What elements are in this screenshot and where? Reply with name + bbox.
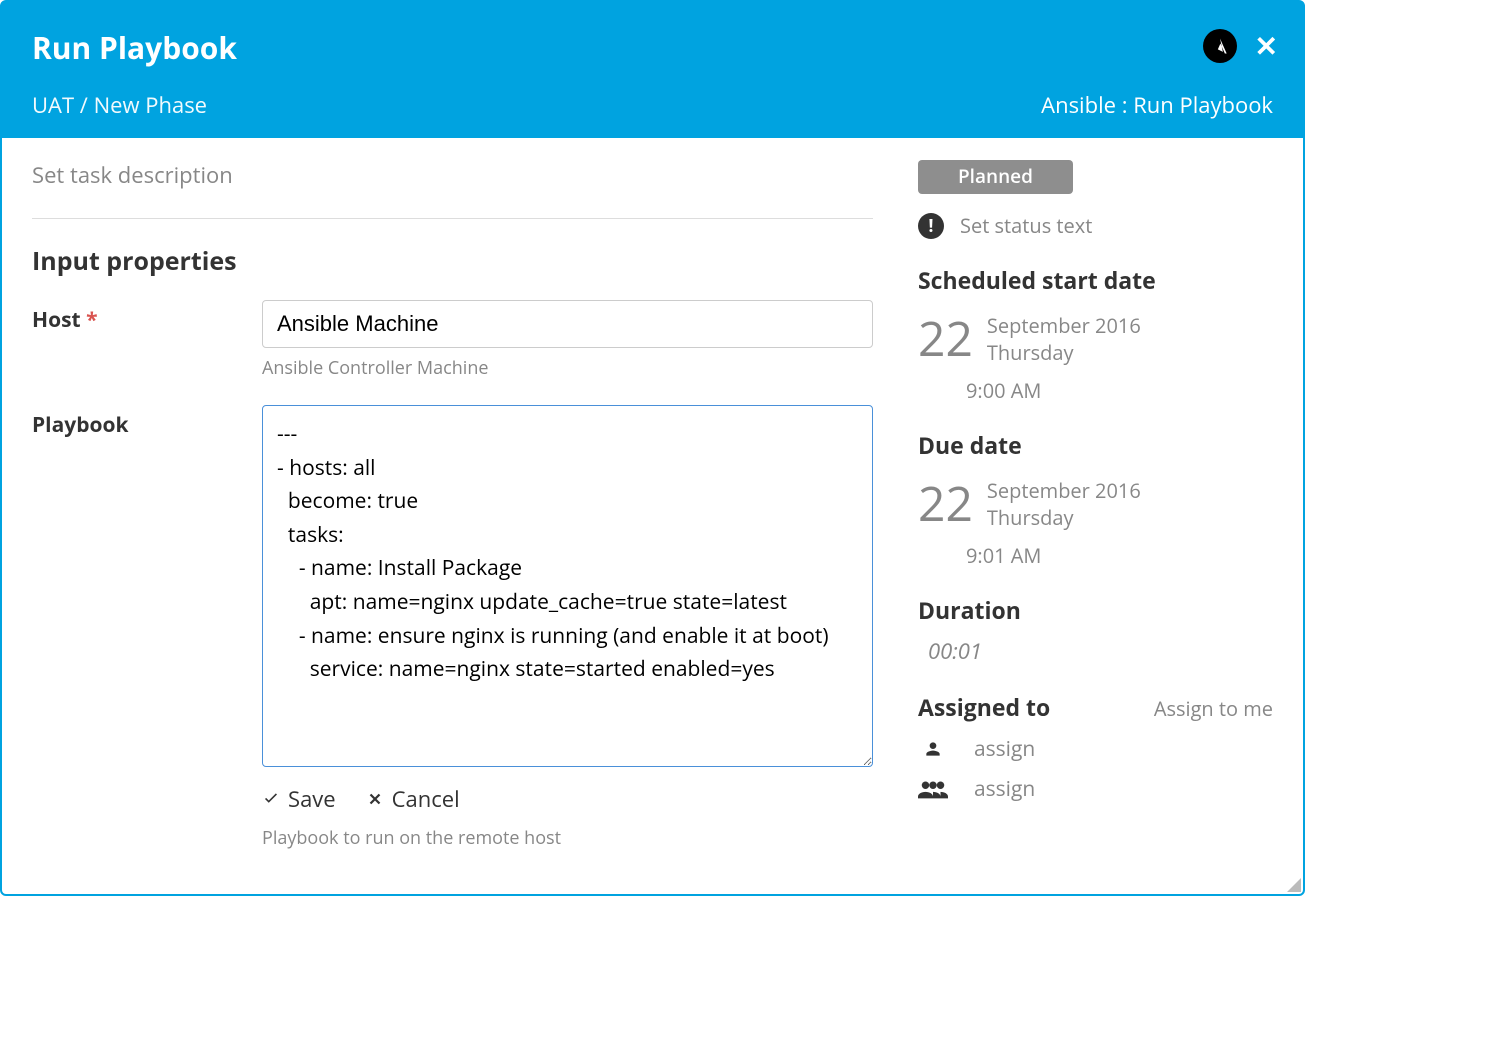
group-icon [918, 779, 948, 799]
modal-title: Run Playbook [32, 27, 1273, 68]
exclamation-icon: ! [918, 213, 944, 239]
due-date-label: Due date [918, 429, 1273, 461]
sidebar-column: Planned ! Set status text Scheduled star… [918, 160, 1273, 875]
duration-label: Duration [918, 594, 1273, 626]
scheduled-start-time[interactable]: 9:00 AM [966, 377, 1273, 404]
due-date-time[interactable]: 9:01 AM [966, 542, 1273, 569]
close-icon[interactable]: ✕ [1255, 27, 1278, 65]
status-badge[interactable]: Planned [918, 160, 1073, 194]
duration-value: 00:01 [928, 636, 1273, 666]
person-icon [918, 739, 948, 759]
scheduled-start-label: Scheduled start date [918, 264, 1273, 296]
resize-handle-icon[interactable] [1287, 878, 1301, 892]
main-column: Set task description Input properties Ho… [32, 160, 873, 875]
ansible-logo-icon [1203, 29, 1237, 63]
due-date[interactable]: 22 September 2016 Thursday [918, 471, 1273, 536]
input-properties-heading: Input properties [32, 244, 873, 278]
x-icon [366, 790, 384, 808]
host-hint: Ansible Controller Machine [262, 356, 873, 380]
check-icon [262, 790, 280, 808]
assigned-to-label: Assigned to [918, 691, 1050, 723]
assign-group-row[interactable]: assign [918, 775, 1273, 803]
cancel-button[interactable]: Cancel [366, 784, 460, 814]
plugin-label: Ansible : Run Playbook [1041, 90, 1273, 120]
assign-user-row[interactable]: assign [918, 735, 1273, 763]
playbook-label: Playbook [32, 405, 262, 850]
host-input[interactable] [262, 300, 873, 348]
modal-header: Run Playbook UAT / New Phase Ansible : R… [2, 2, 1303, 138]
task-description-input[interactable]: Set task description [32, 160, 873, 219]
scheduled-start-date[interactable]: 22 September 2016 Thursday [918, 306, 1273, 371]
host-label: Host * [32, 300, 262, 380]
assign-to-me-link[interactable]: Assign to me [1154, 695, 1273, 722]
save-button[interactable]: Save [262, 784, 336, 814]
playbook-hint: Playbook to run on the remote host [262, 826, 873, 850]
playbook-textarea[interactable] [262, 405, 873, 767]
status-text-input[interactable]: ! Set status text [918, 212, 1273, 239]
